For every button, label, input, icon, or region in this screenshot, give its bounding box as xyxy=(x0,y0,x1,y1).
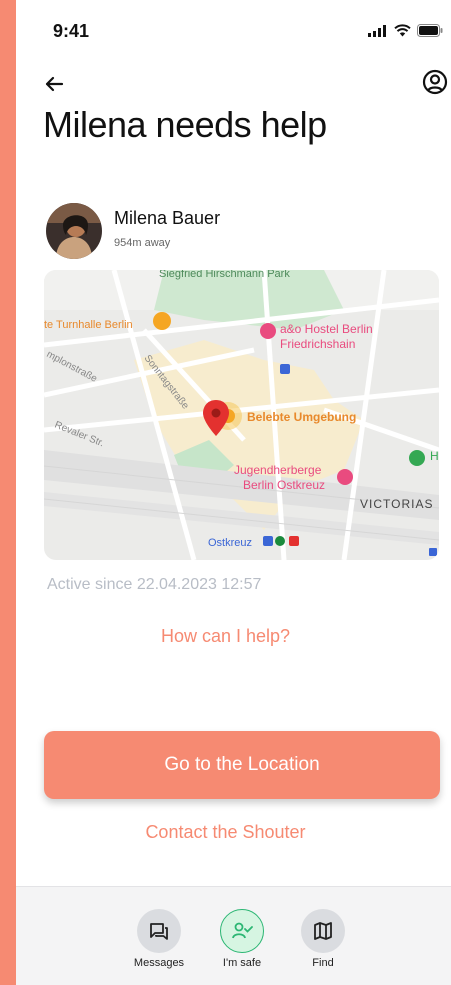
avatar xyxy=(46,203,102,259)
go-to-location-button[interactable]: Go to the Location xyxy=(44,731,440,799)
page-title: Milena needs help xyxy=(43,104,327,145)
status-time: 9:41 xyxy=(53,21,90,41)
map-icon xyxy=(301,909,345,953)
user-name: Milena Bauer xyxy=(114,208,221,228)
train-icon xyxy=(289,536,299,546)
restaurant-pin-icon[interactable] xyxy=(153,312,171,330)
nav-find[interactable]: Find xyxy=(288,909,358,969)
active-since: Active since 22.04.2023 12:57 xyxy=(47,576,262,593)
hostel-pin-icon[interactable] xyxy=(337,469,353,485)
signal-icon xyxy=(368,24,386,37)
wifi-icon xyxy=(394,24,411,37)
map-label-belebte: Belebte Umgebung xyxy=(247,410,356,424)
map-label-park: Siegfried Hirschmann Park xyxy=(159,270,290,280)
transit-icon xyxy=(280,364,290,374)
map-label-jugend-1: Jugendherberge xyxy=(234,463,322,477)
how-can-i-help-link[interactable]: How can I help? xyxy=(16,626,451,647)
nav-find-label: Find xyxy=(312,957,334,969)
status-icons xyxy=(368,24,443,37)
nav-messages[interactable]: Messages xyxy=(124,909,194,969)
nav-im-safe[interactable]: I'm safe xyxy=(207,909,277,969)
location-map[interactable]: te Turnhalle Berlin Siegfried Hirschmann… xyxy=(44,270,439,560)
contact-shouter-button[interactable]: Contact the Shouter xyxy=(16,822,451,843)
green-pin-icon[interactable] xyxy=(409,450,425,466)
map-canvas[interactable]: te Turnhalle Berlin Siegfried Hirschmann… xyxy=(44,270,439,560)
map-label-jugend-2: Berlin Ostkreuz xyxy=(243,478,325,492)
map-label-victoria: VICTORIAS xyxy=(360,497,433,511)
map-label-hostel-1: a&o Hostel Berlin xyxy=(280,322,373,336)
messages-icon xyxy=(137,909,181,953)
u-bahn-icon xyxy=(263,536,273,546)
map-label-hostel-2: Friedrichshain xyxy=(280,337,355,351)
map-label-ostkreuz: Ostkreuz xyxy=(208,537,252,549)
back-arrow-icon[interactable] xyxy=(42,72,66,96)
profile-icon[interactable] xyxy=(421,68,449,96)
hotel-pin-icon[interactable] xyxy=(260,323,276,339)
svg-text:H: H xyxy=(430,449,439,463)
user-distance: 954m away xyxy=(114,237,171,249)
map-label-turnhalle: te Turnhalle Berlin xyxy=(44,319,133,331)
nav-im-safe-label: I'm safe xyxy=(222,957,262,969)
bottom-navigation: Messages I'm safe Find xyxy=(16,886,451,985)
status-bar: 9:41 xyxy=(16,0,451,60)
phone-screen: 9:41 Milena needs help Milena Bauer 954m… xyxy=(16,0,451,985)
battery-icon xyxy=(417,24,443,37)
user-check-icon xyxy=(220,909,264,953)
s-bahn-icon xyxy=(275,536,285,546)
nav-messages-label: Messages xyxy=(133,957,185,969)
